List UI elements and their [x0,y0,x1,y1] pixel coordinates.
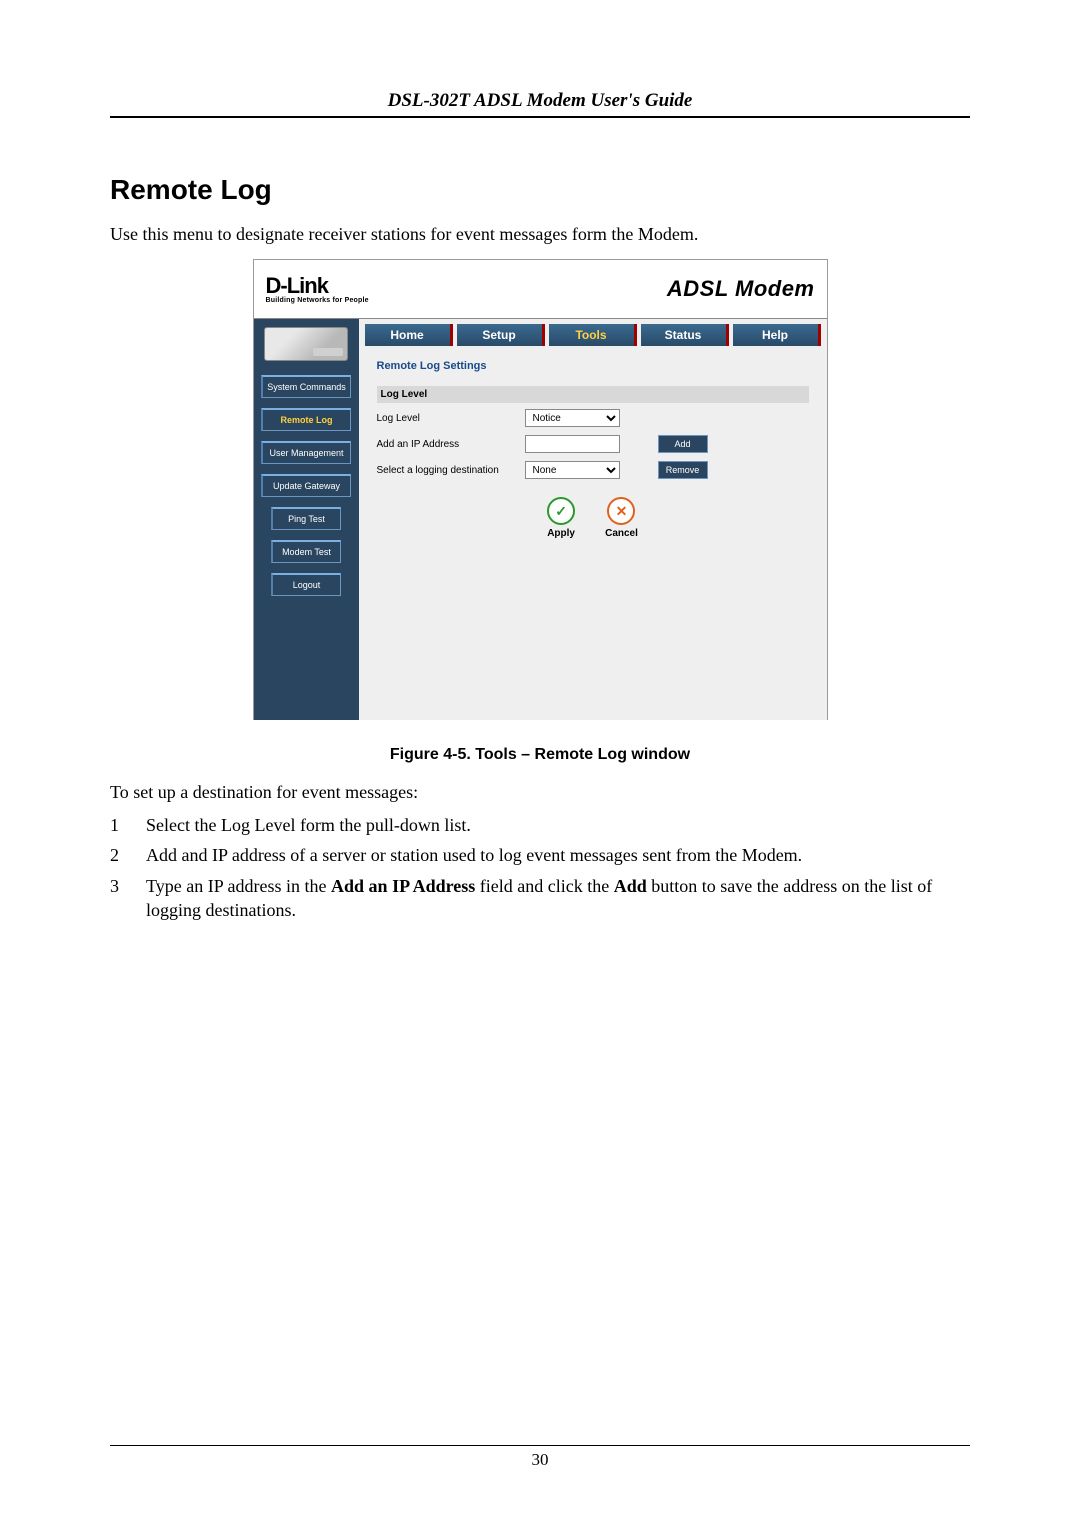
action-row: ✓ Apply ✕ Cancel [377,497,809,539]
cancel-button[interactable]: ✕ Cancel [605,497,638,539]
group-header-log-level: Log Level [377,386,809,403]
figure-caption: Figure 4-5. Tools – Remote Log window [110,746,970,764]
row-add-ip: Add an IP Address Add [377,435,809,453]
sidebar-item-update-gateway[interactable]: Update Gateway [261,474,351,497]
dlink-logo: D-Link Building Networks for People [266,275,369,304]
check-icon: ✓ [547,497,575,525]
cancel-label: Cancel [605,528,638,539]
sidebar-item-remote-log[interactable]: Remote Log [261,408,351,431]
step-text: Select the Log Level form the pull-down … [146,813,471,837]
step-num: 2 [110,843,124,867]
select-log-level[interactable]: Notice [525,409,620,427]
steps-list: 1 Select the Log Level form the pull-dow… [110,813,970,922]
tab-setup[interactable]: Setup [457,324,545,346]
apply-button[interactable]: ✓ Apply [547,497,575,539]
product-title: ADSL Modem [667,276,815,302]
input-add-ip[interactable] [525,435,620,453]
sidebar-item-ping-test[interactable]: Ping Test [271,507,341,530]
modem-ui-screenshot: D-Link Building Networks for People ADSL… [253,259,828,720]
row-log-level: Log Level Notice [377,409,809,427]
tab-tools[interactable]: Tools [549,324,637,346]
tab-status[interactable]: Status [641,324,729,346]
device-image [264,327,348,361]
settings-panel: Remote Log Settings Log Level Log Level … [359,346,827,553]
step-3: 3 Type an IP address in the Add an IP Ad… [110,874,970,923]
logo-subtitle: Building Networks for People [266,297,369,304]
doc-header: DSL-302T ADSL Modem User's Guide [110,90,970,112]
page-footer: 30 [110,1445,970,1470]
page-number: 30 [110,1450,970,1470]
step-text: Add and IP address of a server or statio… [146,843,802,867]
step-2: 2 Add and IP address of a server or stat… [110,843,970,867]
row-destination: Select a logging destination None Remove [377,461,809,479]
footer-rule [110,1445,970,1446]
select-destination[interactable]: None [525,461,620,479]
label-add-ip: Add an IP Address [377,439,517,450]
step-num: 1 [110,813,124,837]
intro-text: Use this menu to designate receiver stat… [110,224,970,245]
content-area: Home Setup Tools Status Help Remote Log … [359,319,827,720]
modem-header: D-Link Building Networks for People ADSL… [254,260,827,319]
panel-title: Remote Log Settings [377,360,809,372]
section-title: Remote Log [110,174,970,206]
step-num: 3 [110,874,124,923]
logo-main: D-Link [266,275,369,297]
apply-label: Apply [547,528,575,539]
sidebar-item-logout[interactable]: Logout [271,573,341,596]
label-destination: Select a logging destination [377,465,517,476]
step-1: 1 Select the Log Level form the pull-dow… [110,813,970,837]
remove-button[interactable]: Remove [658,461,708,479]
sidebar-item-system-commands[interactable]: System Commands [261,375,351,398]
close-icon: ✕ [607,497,635,525]
post-figure-text: To set up a destination for event messag… [110,782,970,803]
tab-home[interactable]: Home [365,324,453,346]
label-log-level: Log Level [377,413,517,424]
header-rule-thick [110,116,970,118]
step-text: Type an IP address in the Add an IP Addr… [146,874,970,923]
add-button[interactable]: Add [658,435,708,453]
tab-help[interactable]: Help [733,324,821,346]
sidebar-item-modem-test[interactable]: Modem Test [271,540,341,563]
sidebar-item-user-management[interactable]: User Management [261,441,351,464]
sidebar: System Commands Remote Log User Manageme… [254,319,359,720]
tab-bar: Home Setup Tools Status Help [359,319,827,346]
